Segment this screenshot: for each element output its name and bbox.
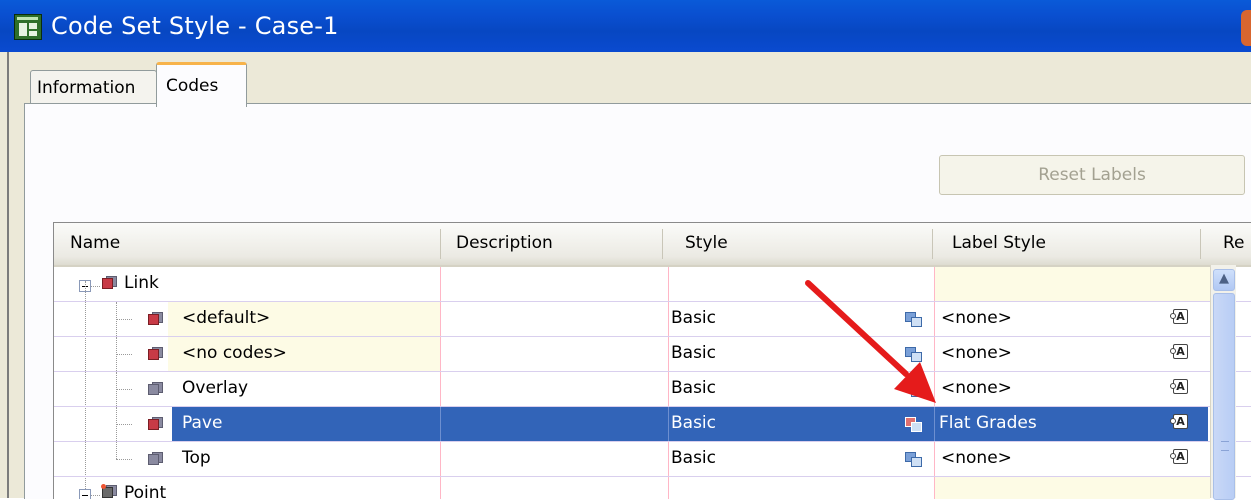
reset-labels-button[interactable]: Reset Labels [939, 155, 1245, 195]
column-divider[interactable] [662, 229, 663, 259]
row-style[interactable]: Basic [671, 302, 716, 336]
row-label-style[interactable]: Flat Grades [939, 407, 1037, 441]
tree-group-link[interactable]: Link [54, 267, 1251, 301]
style-picker-icon[interactable] [905, 452, 923, 468]
table-row[interactable]: <default> Basic <none> A [54, 302, 1251, 336]
title-bar: Code Set Style - Case-1 [0, 0, 1251, 52]
row-name: <no codes> [182, 343, 287, 363]
code-icon [101, 484, 118, 498]
column-header-name[interactable]: Name [70, 223, 120, 265]
row-style[interactable]: Basic [671, 337, 716, 371]
close-button[interactable] [1241, 10, 1251, 46]
style-picker-icon[interactable] [905, 417, 923, 433]
tree-group-label: Link [124, 273, 159, 293]
table-row-selected[interactable]: Pave Basic Flat Grades A [54, 407, 1251, 441]
table-row[interactable]: Top Basic <none> A [54, 442, 1251, 476]
column-header-partial[interactable]: Re [1223, 223, 1245, 265]
label-style-icon[interactable]: A [1170, 412, 1190, 432]
column-divider[interactable] [932, 229, 933, 259]
grid-header: Name Description Style Label Style Re [54, 223, 1251, 267]
row-name: <default> [182, 308, 271, 328]
column-divider[interactable] [440, 229, 441, 259]
tree-group-label: Point [124, 483, 167, 499]
scrollbar-thumb[interactable] [1213, 293, 1235, 500]
code-icon [148, 452, 164, 465]
scroll-up-arrow[interactable]: ▲ [1213, 269, 1235, 291]
label-style-icon[interactable]: A [1170, 447, 1190, 467]
table-row[interactable]: <no codes> Basic <none> A [54, 337, 1251, 371]
code-icon [148, 382, 164, 395]
code-icon [148, 347, 164, 360]
tab-codes-label: Codes [166, 76, 219, 96]
row-label-style[interactable]: <none> [941, 302, 1012, 336]
row-style[interactable]: Basic [671, 407, 716, 441]
style-picker-icon[interactable] [905, 382, 923, 398]
tab-information[interactable]: Information [30, 70, 157, 104]
column-divider[interactable] [1200, 229, 1201, 259]
label-style-icon[interactable]: A [1170, 377, 1190, 397]
scrollbar-grip [1221, 441, 1229, 451]
label-style-icon[interactable]: A [1170, 307, 1190, 327]
tree-group-point[interactable]: Point [54, 477, 1251, 499]
row-name: Top [182, 448, 211, 468]
row-label-style[interactable]: <none> [941, 442, 1012, 476]
column-header-style[interactable]: Style [685, 223, 728, 265]
code-icon [102, 276, 118, 289]
row-name: Pave [182, 413, 223, 433]
window-app-icon[interactable] [14, 14, 42, 40]
column-header-description[interactable]: Description [456, 223, 553, 265]
style-picker-icon[interactable] [905, 347, 923, 363]
row-label-style[interactable]: <none> [941, 337, 1012, 371]
row-style[interactable]: Basic [671, 442, 716, 476]
vertical-scrollbar[interactable]: ▲ [1210, 265, 1236, 500]
row-style[interactable]: Basic [671, 372, 716, 406]
code-icon [148, 312, 164, 325]
window-title: Code Set Style - Case-1 [51, 12, 339, 40]
label-style-icon[interactable]: A [1170, 342, 1190, 362]
code-icon [148, 417, 164, 430]
window-border [0, 52, 7, 498]
style-picker-icon[interactable] [905, 312, 923, 328]
column-header-label-style[interactable]: Label Style [952, 223, 1046, 265]
codes-grid: Name Description Style Label Style Re Li… [53, 222, 1251, 499]
tab-information-label: Information [37, 78, 136, 98]
tab-codes[interactable]: Codes [156, 62, 247, 107]
row-name: Overlay [182, 378, 249, 398]
row-label-style[interactable]: <none> [941, 372, 1012, 406]
table-row[interactable]: Overlay Basic <none> A [54, 372, 1251, 406]
